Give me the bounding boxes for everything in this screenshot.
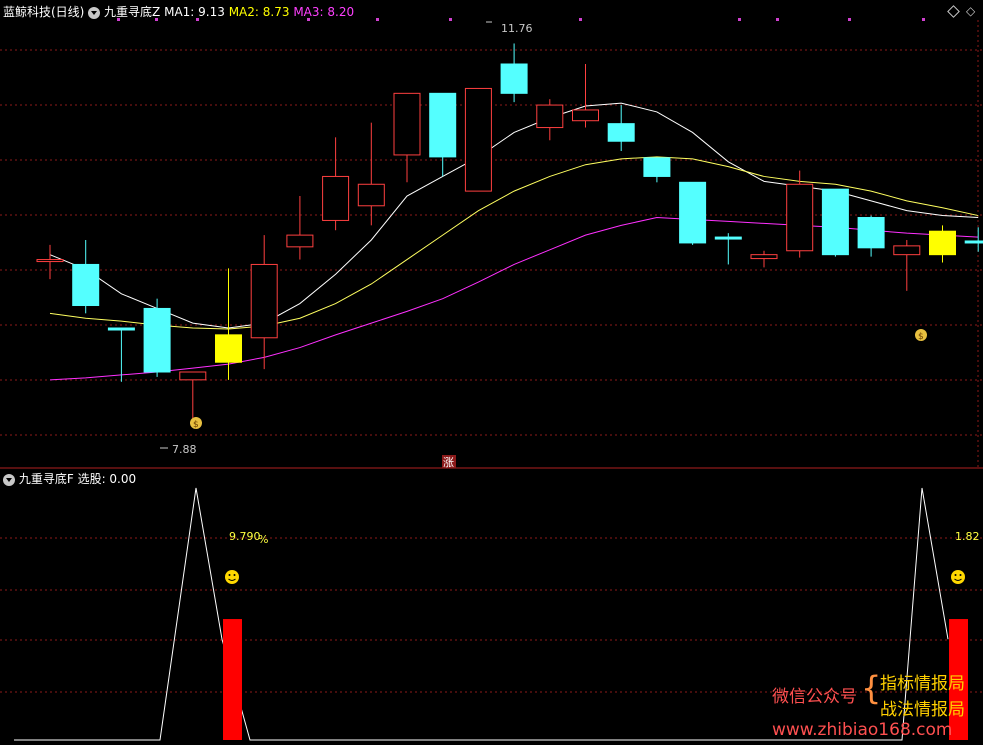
candle [322,137,350,231]
zhang-label: 涨 [443,456,454,469]
candle-body [500,63,528,94]
candle [393,92,421,183]
candle [36,244,64,280]
candle-body [964,240,983,244]
lower-value-pct: % [258,533,268,546]
candle [893,240,921,291]
candle-body [429,92,457,158]
svg-text:$: $ [918,332,924,342]
signal-dot [307,18,310,21]
candles [36,43,983,423]
candle-body [286,234,314,248]
high-label: 11.76 [501,22,533,35]
candle [679,181,707,245]
signal-dot [776,18,779,21]
candle [215,268,242,380]
low-label: 7.88 [172,443,197,456]
candle-body [536,104,564,129]
candle [964,227,983,252]
signal-dot [922,18,925,21]
candle [572,64,599,128]
candle-body [643,157,671,177]
candle-body [36,259,64,263]
candle-body [143,307,171,373]
candle [250,235,278,370]
signal-dot [579,18,582,21]
candle-body [179,371,207,381]
candle [607,105,635,152]
candle [857,215,885,257]
candle [464,87,492,192]
candle [929,225,956,263]
candle [786,170,814,258]
candle-body [572,109,599,122]
signal-dot [449,18,452,21]
signal-dot [155,18,158,21]
candle-body [322,175,350,221]
candle [750,250,778,268]
smiley-icon [951,570,965,584]
brace-icon: { [861,669,882,707]
svg-text:$: $ [193,420,199,430]
money-bag-icon: $ [915,329,927,342]
candle-body [464,87,492,192]
signal-dot [376,18,379,21]
kline-chart: 11.76 7.88 涨 9.790 % 1.82 $ $ [0,18,983,741]
candle-body [215,334,242,363]
candle-body [714,236,742,240]
candle-body [857,217,885,249]
candle [821,188,849,257]
candle-body [357,183,385,207]
candle-body [607,123,635,142]
candle [357,122,385,226]
candle-body [250,263,278,339]
smiley-icon [225,570,239,584]
lower-value-1: 9.790 [229,530,261,543]
signal-dots [117,18,925,21]
candle [286,196,314,260]
candle-body [393,92,421,156]
signal-dot [738,18,741,21]
candle-body [929,230,956,256]
candle-body [893,245,921,256]
candle-body [107,327,135,331]
candle [643,157,671,183]
watermark-url: www.zhibiao168.com [772,720,953,740]
candle-body [679,181,707,244]
signal-dot [117,18,120,21]
candle-body [750,254,778,260]
candle [429,92,457,177]
lower-bar [223,619,242,740]
candle [72,240,100,314]
signal-dot [196,18,199,21]
candle [143,298,171,377]
candle [179,371,207,423]
watermark-line2: 战法情报局 [880,700,965,720]
candle-body [821,188,849,256]
watermark-line1: 指标情报局 [880,674,965,694]
signal-dot [848,18,851,21]
lower-value-2: 1.82 [955,530,980,543]
candle [500,43,528,103]
wechat-label: 微信公众号 [772,687,857,707]
candle [714,233,742,265]
candle-body [72,263,100,307]
candle-body [786,183,814,252]
candle [536,99,564,141]
money-bag-icon: $ [190,417,202,430]
